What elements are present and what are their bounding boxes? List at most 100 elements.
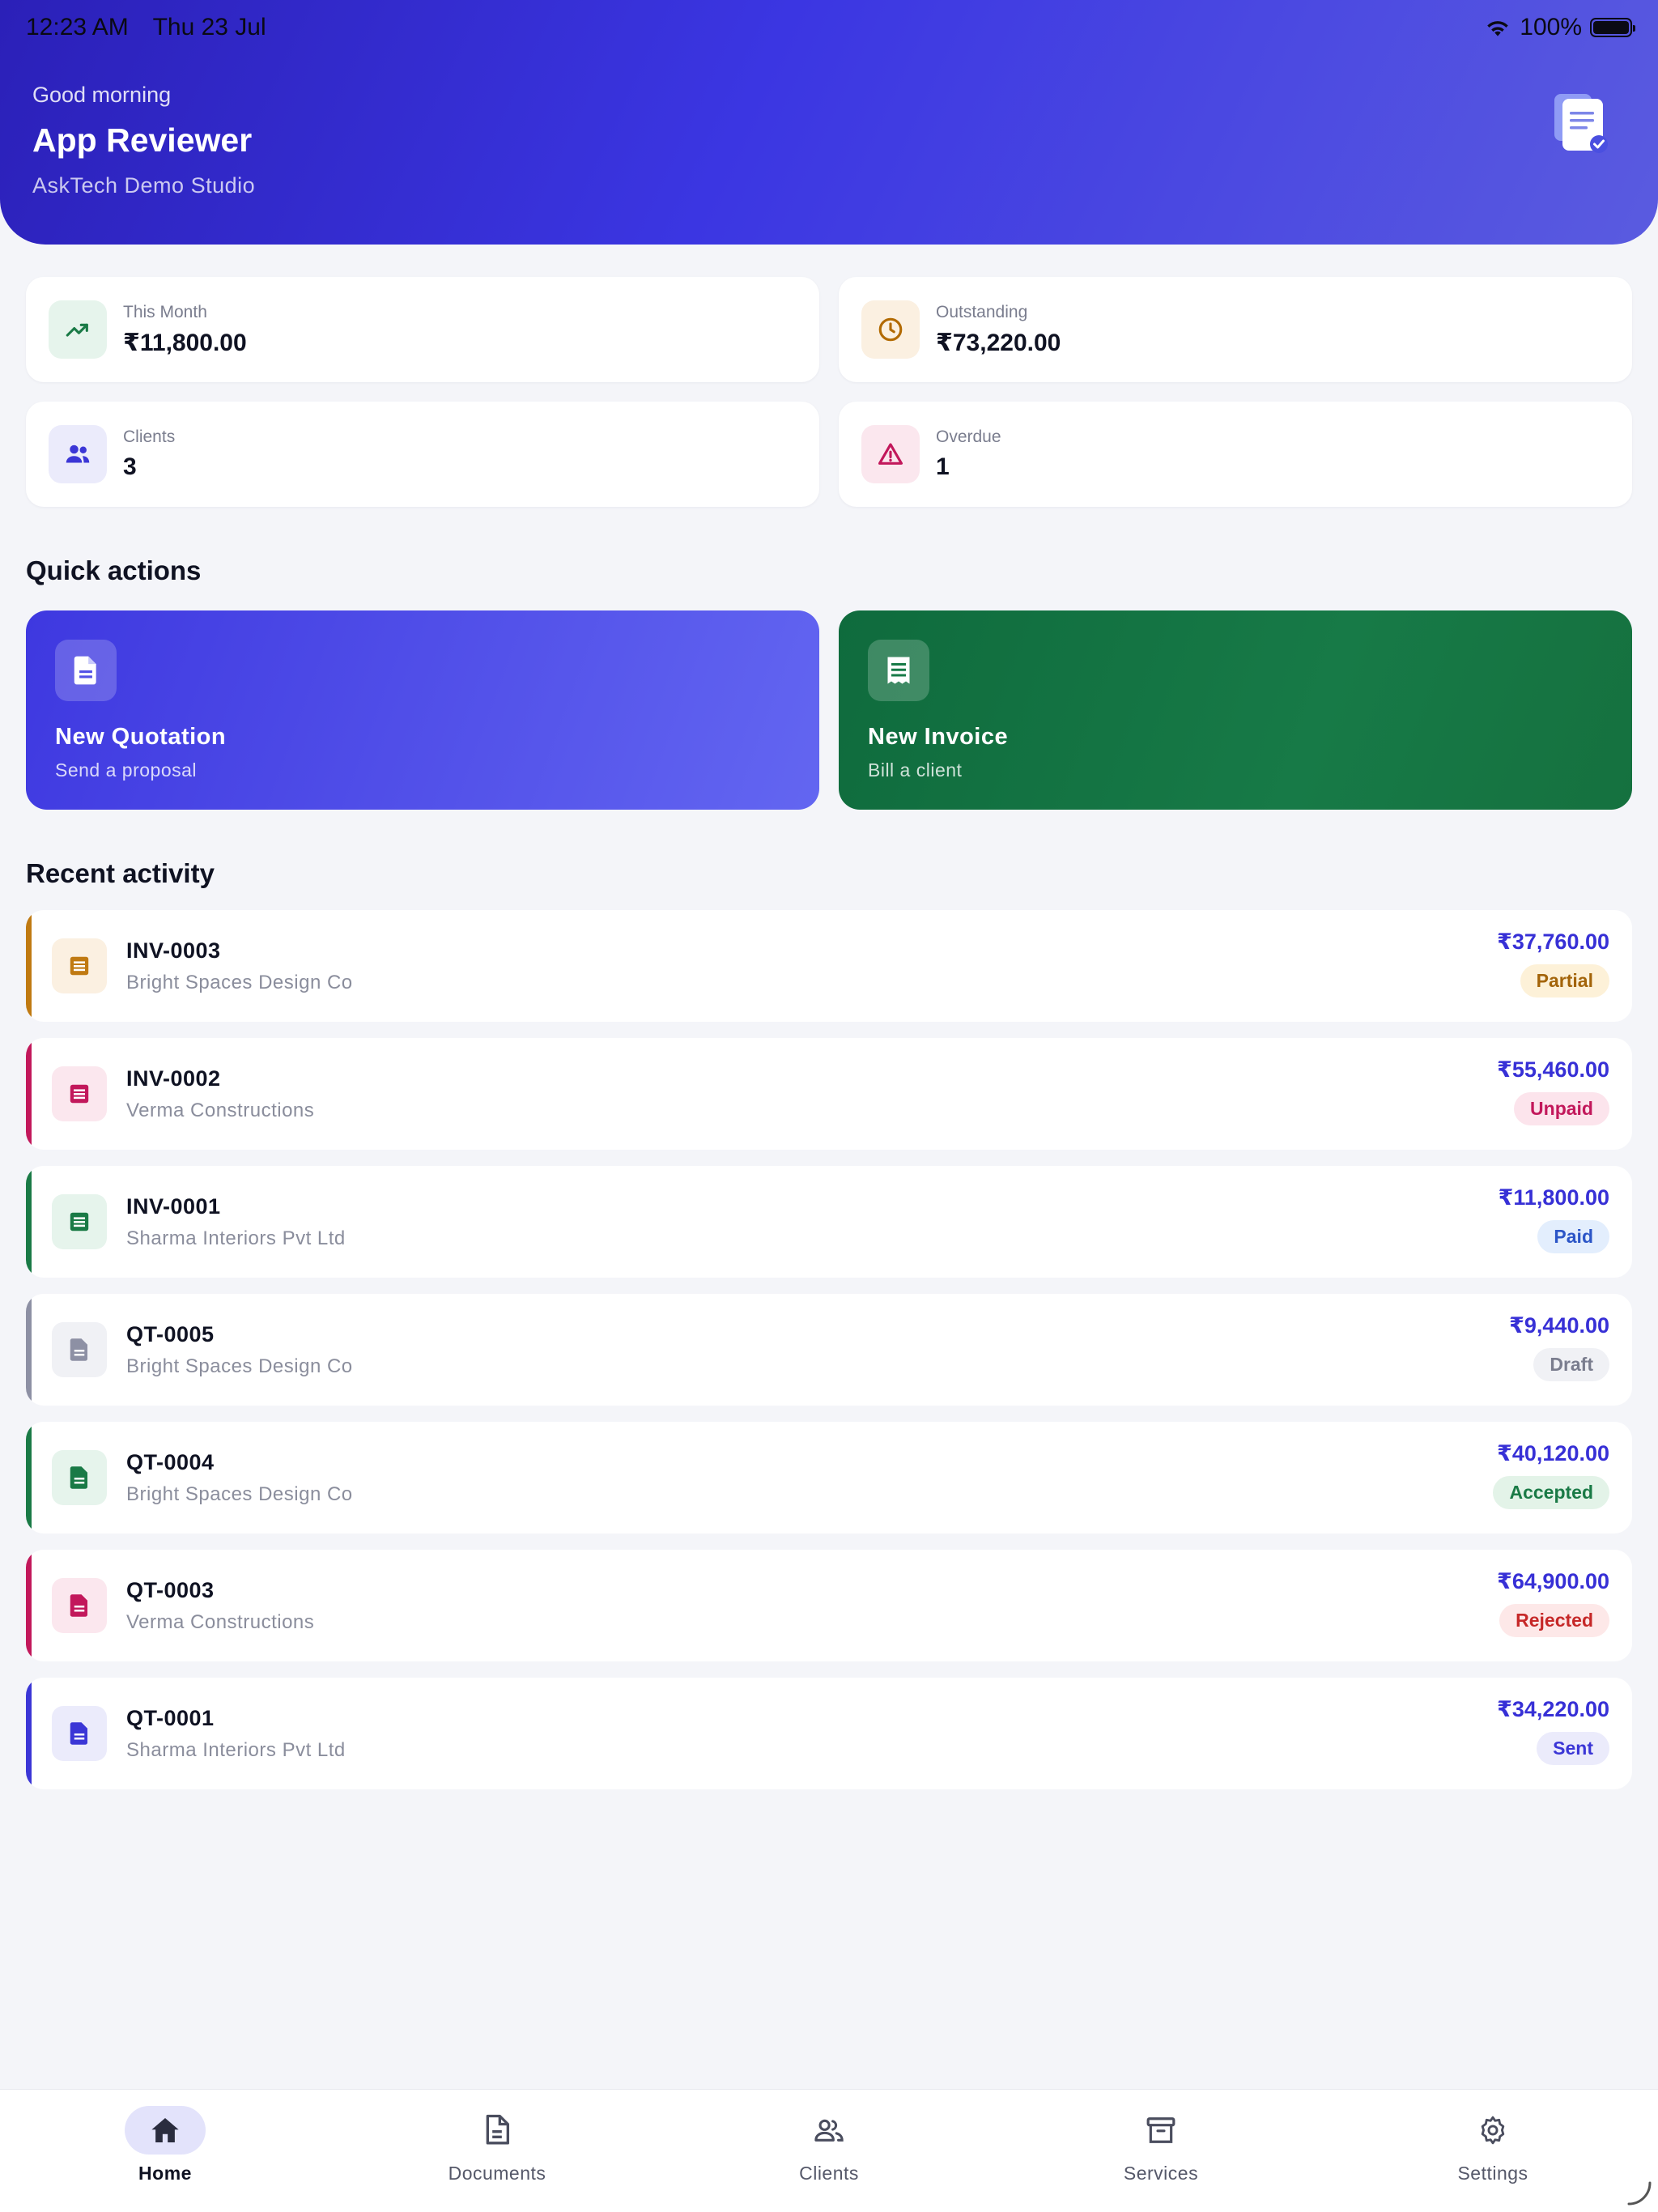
client-name: Bright Spaces Design Co [126, 1482, 353, 1505]
nav-home[interactable]: Home [68, 2106, 262, 2184]
nav-clients[interactable]: Clients [732, 2106, 926, 2184]
document-number: QT-0005 [126, 1321, 215, 1346]
stat-card-clients[interactable]: Clients 3 [26, 402, 819, 507]
nav-label: Home [138, 2163, 192, 2184]
documents-icon [486, 2114, 509, 2145]
studio-name: AskTech Demo Studio [32, 173, 256, 198]
warning-icon [878, 443, 903, 465]
row-icon [52, 1322, 107, 1377]
invoice-icon [70, 1084, 89, 1104]
activity-row[interactable]: QT-0001 Sharma Interiors Pvt Ltd ₹34,220… [26, 1678, 1632, 1789]
recent-activity-title: Recent activity [26, 858, 215, 888]
row-icon [52, 1706, 107, 1761]
row-icon [52, 1450, 107, 1505]
nav-label: Services [1123, 2163, 1199, 2184]
status-accent-bar [26, 1678, 32, 1789]
stat-label: Overdue [936, 428, 1001, 446]
document-icon [74, 656, 96, 685]
activity-row[interactable]: INV-0002 Verma Constructions ₹55,460.00 … [26, 1038, 1632, 1150]
activity-row[interactable]: INV-0001 Sharma Interiors Pvt Ltd ₹11,80… [26, 1166, 1632, 1278]
new-invoice-button[interactable]: New Invoice Bill a client [839, 610, 1632, 810]
client-name: Sharma Interiors Pvt Ltd [126, 1738, 346, 1761]
amount: ₹40,120.00 [1497, 1441, 1609, 1465]
archive-icon [1146, 2117, 1175, 2143]
client-name: Verma Constructions [126, 1610, 315, 1633]
dashboard-page: 12:23 AM Thu 23 Jul 100% Good morning Ap… [0, 0, 1658, 2212]
activity-list: INV-0003 Bright Spaces Design Co ₹37,760… [26, 910, 1632, 1806]
activity-row[interactable]: INV-0003 Bright Spaces Design Co ₹37,760… [26, 910, 1632, 1022]
document-number: QT-0001 [126, 1705, 215, 1730]
client-name: Verma Constructions [126, 1099, 315, 1121]
wifi-icon [1487, 21, 1509, 36]
activity-row[interactable]: QT-0004 Bright Spaces Design Co ₹40,120.… [26, 1422, 1632, 1534]
scroll-indicator-icon [1627, 2181, 1652, 2206]
document-number: INV-0002 [126, 1066, 221, 1091]
gear-icon [1481, 2116, 1505, 2145]
new-quotation-button[interactable]: New Quotation Send a proposal [26, 610, 819, 810]
stat-value: 3 [123, 453, 137, 480]
activity-row[interactable]: QT-0005 Bright Spaces Design Co ₹9,440.0… [26, 1294, 1632, 1406]
nav-label: Settings [1457, 2163, 1528, 2184]
action-subtitle: Bill a client [868, 759, 963, 781]
amount: ₹11,800.00 [1498, 1185, 1609, 1210]
amount: ₹9,440.00 [1509, 1313, 1609, 1338]
document-check-icon [1554, 94, 1608, 153]
invoice-icon [70, 956, 89, 976]
row-icon [52, 1194, 107, 1249]
status-accent-bar [26, 1038, 32, 1150]
status-time: 12:23 AM [26, 14, 129, 40]
row-icon [52, 1578, 107, 1633]
stat-value: ₹73,220.00 [936, 329, 1061, 356]
clock-icon [878, 317, 903, 342]
stats-grid: This Month ₹11,800.00 Outstanding ₹73,22… [26, 277, 1632, 507]
stat-icon-bg [49, 300, 107, 359]
battery-percent: 100% [1520, 14, 1582, 40]
action-title: New Invoice [868, 724, 1009, 750]
document-number: INV-0001 [126, 1193, 221, 1219]
row-icon [52, 938, 107, 993]
clients-icon [814, 2119, 844, 2142]
stat-card-this-month[interactable]: This Month ₹11,800.00 [26, 277, 819, 382]
action-title: New Quotation [55, 724, 227, 750]
status-accent-bar [26, 1422, 32, 1534]
stat-icon-bg [861, 425, 920, 483]
bottom-nav: Home Documents Clients Services Settings [0, 2089, 1658, 2212]
row-icon [52, 1066, 107, 1121]
client-name: Bright Spaces Design Co [126, 1355, 353, 1377]
document-number: QT-0003 [126, 1577, 215, 1602]
status-badge: Rejected [1499, 1604, 1609, 1637]
stat-label: Clients [123, 428, 176, 446]
nav-settings[interactable]: Settings [1396, 2106, 1590, 2184]
battery-icon [1590, 18, 1635, 37]
quote-document-icon [70, 1722, 87, 1745]
home-icon [151, 2117, 179, 2143]
trending-up-icon [66, 323, 88, 337]
stat-label: Outstanding [936, 302, 1028, 321]
status-badge: Unpaid [1514, 1092, 1609, 1125]
stat-icon-bg [861, 300, 920, 359]
status-accent-bar [26, 1550, 32, 1661]
nav-services[interactable]: Services [1064, 2106, 1258, 2184]
amount: ₹34,220.00 [1497, 1697, 1609, 1721]
greeting-text: Good morning [32, 83, 172, 107]
quick-actions: New Quotation Send a proposal New Invoic… [26, 610, 1632, 810]
nav-label: Clients [799, 2163, 859, 2184]
status-badge: Partial [1520, 964, 1609, 998]
quick-actions-title: Quick actions [26, 555, 202, 585]
amount: ₹37,760.00 [1497, 929, 1609, 954]
nav-documents[interactable]: Documents [400, 2106, 594, 2184]
quote-document-icon [70, 1338, 87, 1361]
stat-card-outstanding[interactable]: Outstanding ₹73,220.00 [839, 277, 1632, 382]
header: 12:23 AM Thu 23 Jul 100% Good morning Ap… [0, 0, 1658, 245]
stat-card-overdue[interactable]: Overdue 1 [839, 402, 1632, 507]
status-badge: Sent [1537, 1732, 1609, 1765]
status-accent-bar [26, 1166, 32, 1278]
status-accent-bar [26, 1294, 32, 1406]
document-number: INV-0003 [126, 938, 221, 963]
user-name: App Reviewer [32, 121, 253, 159]
quote-document-icon [70, 1466, 87, 1489]
document-number: QT-0004 [126, 1449, 215, 1474]
status-badge: Paid [1537, 1220, 1609, 1253]
activity-row[interactable]: QT-0003 Verma Constructions ₹64,900.00 R… [26, 1550, 1632, 1661]
status-badge: Draft [1533, 1348, 1609, 1381]
